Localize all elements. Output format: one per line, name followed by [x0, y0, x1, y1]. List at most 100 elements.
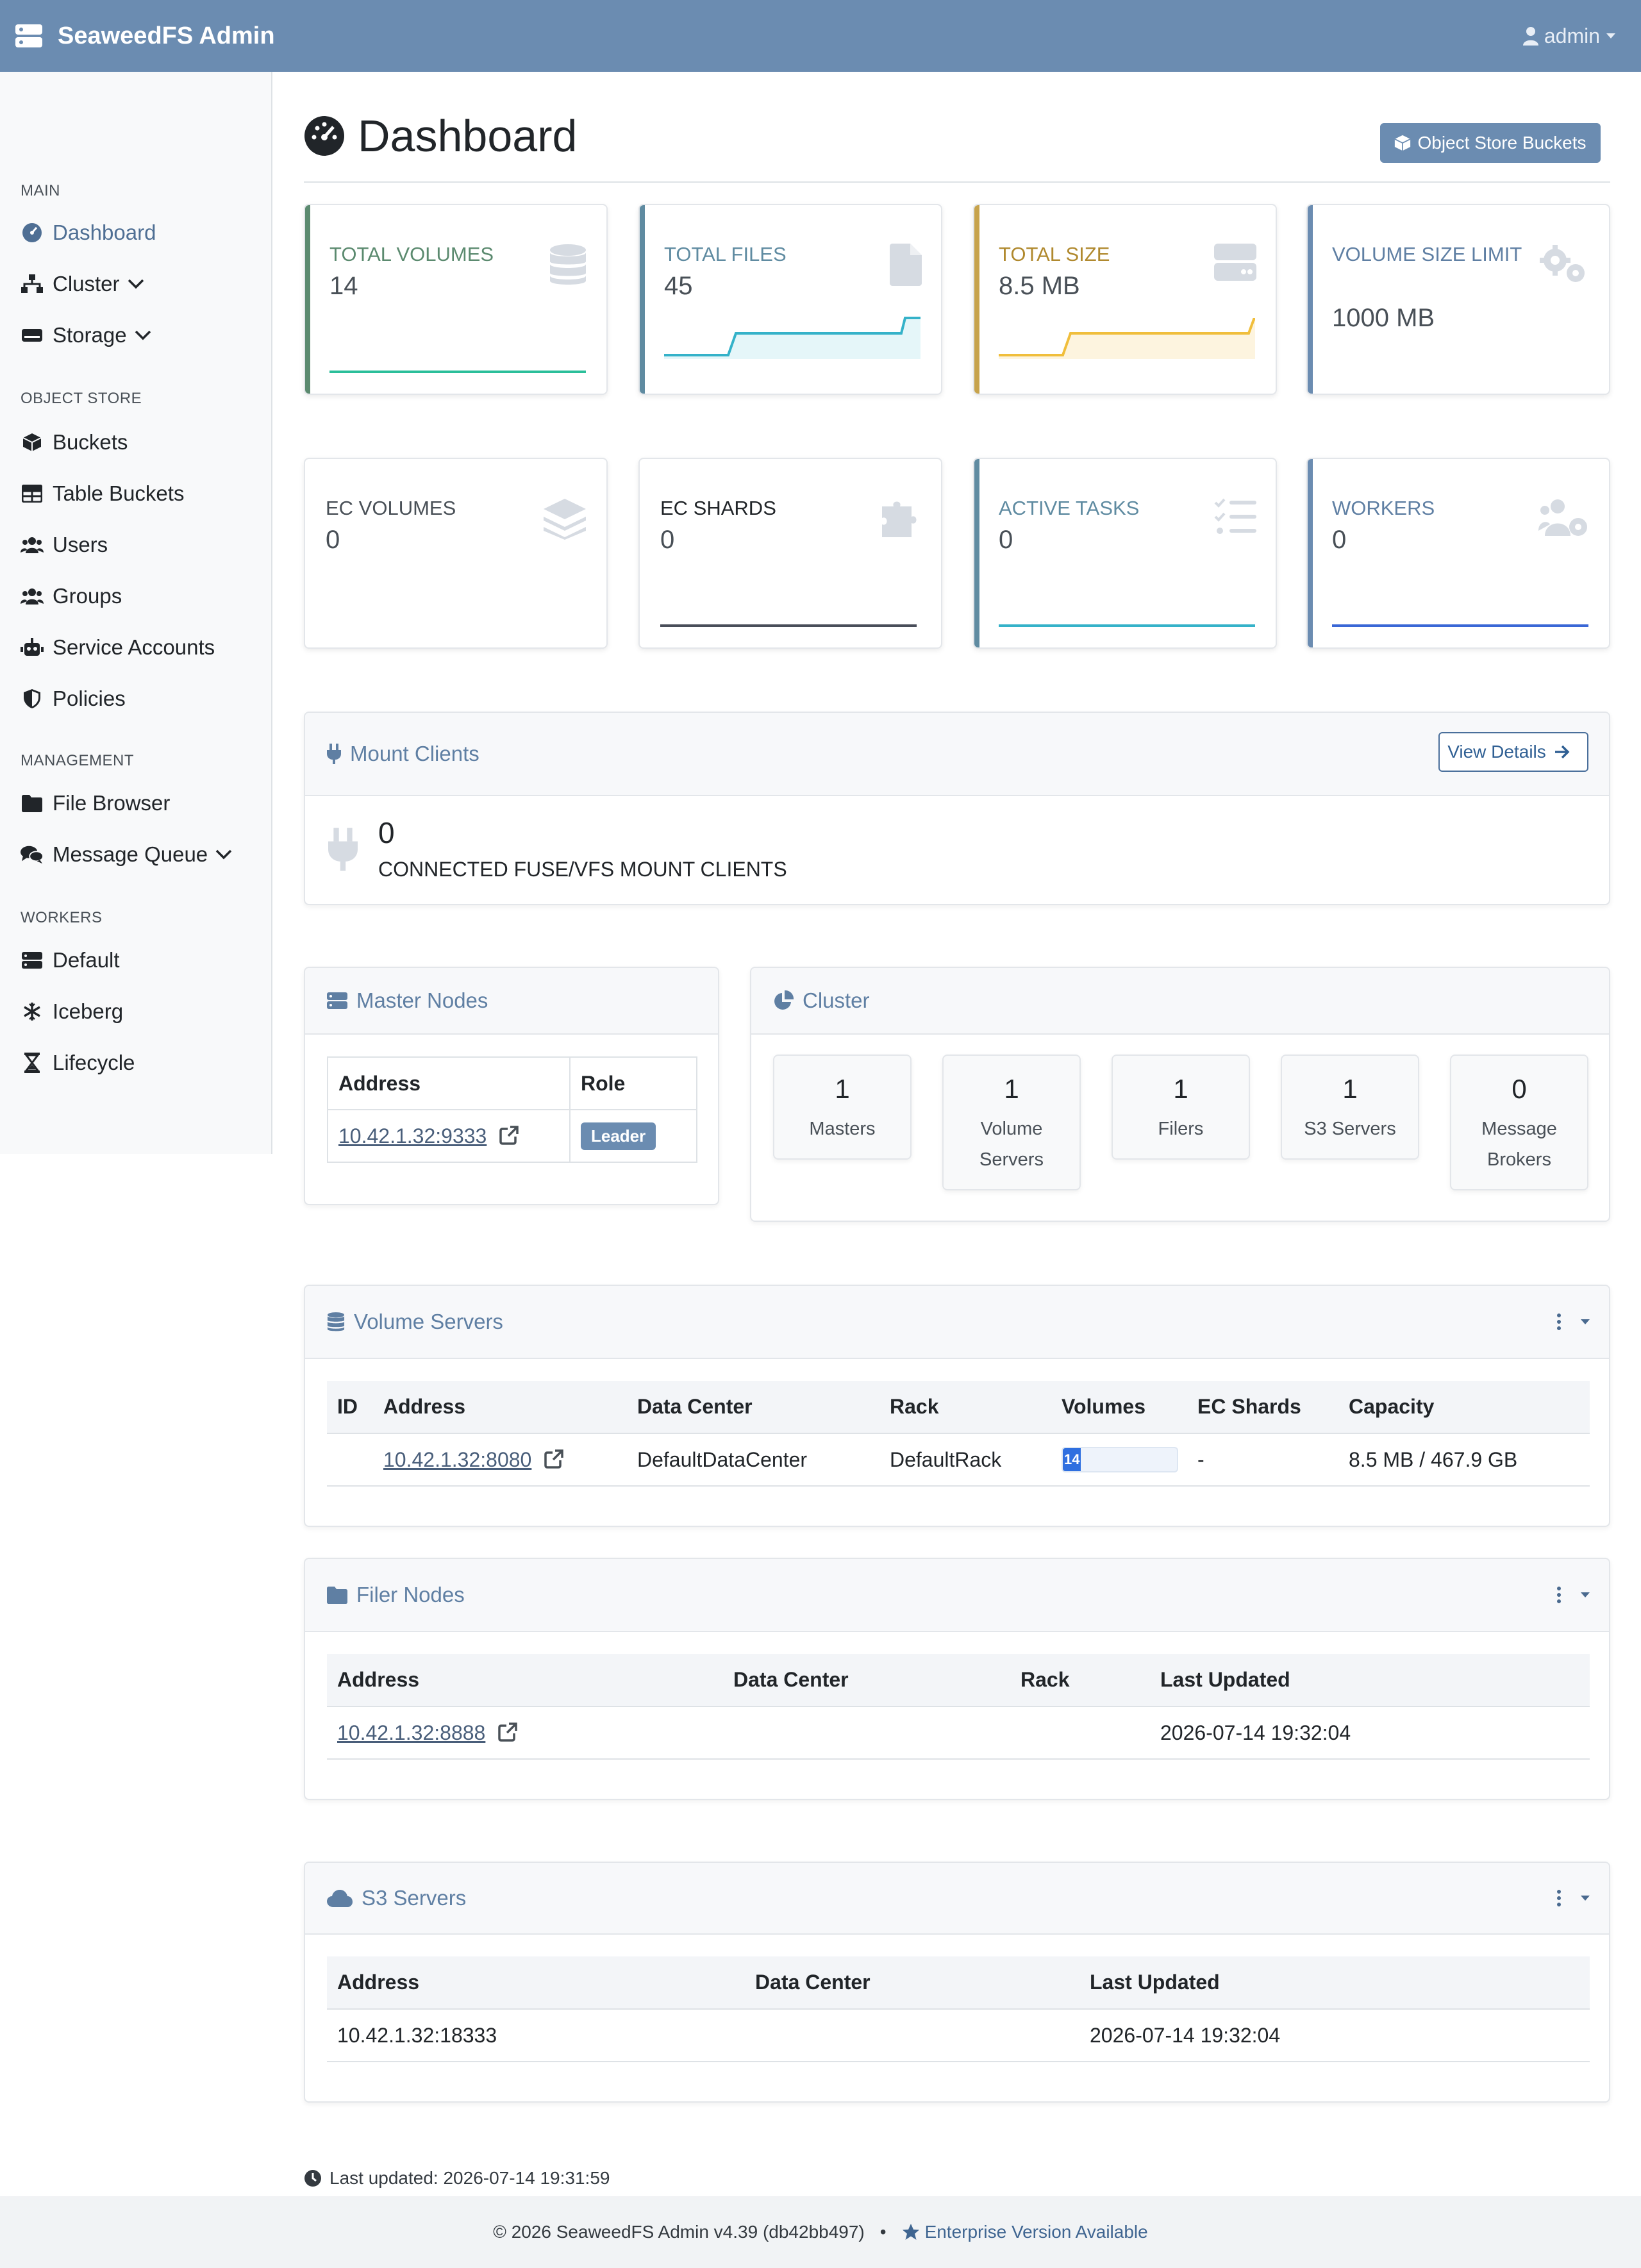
stat-value: 0 [326, 526, 340, 554]
card-menu-button[interactable] [1556, 1889, 1590, 1907]
card-title: Mount Clients [350, 742, 479, 765]
volume-server-address-link[interactable]: 10.42.1.32:8080 [383, 1448, 531, 1471]
column-header: Rack [890, 1395, 939, 1418]
last-updated: Last updated: 2026-07-14 19:31:59 [304, 2168, 610, 2189]
card-menu-button[interactable] [1556, 1313, 1590, 1331]
sidebar-item-policies[interactable]: Policies [21, 683, 126, 715]
stat-total-volumes: TOTAL VOLUMES 14 [304, 204, 608, 395]
sidebar-item-storage[interactable]: Storage [21, 319, 151, 351]
sidebar-item-iceberg[interactable]: Iceberg [21, 996, 123, 1028]
stat-value: 0 [1332, 526, 1347, 554]
object-store-buckets-button[interactable]: Object Store Buckets [1380, 123, 1601, 163]
section-management: MANAGEMENT [21, 752, 135, 769]
column-header: Data Center [755, 1971, 870, 1994]
column-header: Capacity [1349, 1395, 1435, 1418]
ellipsis-vertical-icon [1557, 1587, 1561, 1603]
database-icon [550, 244, 586, 285]
card-title: S3 Servers [362, 1886, 467, 1910]
sidebar-item-label: File Browser [53, 791, 171, 815]
enterprise-link[interactable]: Enterprise Version Available [902, 2222, 1148, 2242]
sidebar-item-cluster[interactable]: Cluster [21, 268, 144, 300]
cell-rack: DefaultRack [890, 1447, 1002, 1471]
cell-data-center: DefaultDataCenter [637, 1447, 808, 1471]
master-address-link[interactable]: 10.42.1.32:9333 [338, 1124, 487, 1147]
sidebar-item-file-browser[interactable]: File Browser [21, 787, 170, 819]
card-header: Volume Servers [305, 1286, 1609, 1359]
layers-icon [544, 499, 586, 540]
view-details-button[interactable]: View Details [1438, 732, 1588, 772]
master-nodes-card: Master Nodes Address Role 10.42.1.32:933… [304, 967, 719, 1205]
box-icon [1394, 135, 1412, 151]
server-icon [327, 992, 347, 1009]
card-menu-button[interactable] [1556, 1586, 1590, 1604]
cluster-stat-label: Message Brokers [1481, 1119, 1557, 1170]
sparkline-total-size [999, 318, 1255, 359]
hourglass-icon [21, 1053, 44, 1073]
stat-label: WORKERS [1332, 497, 1435, 519]
external-link-icon[interactable] [544, 1449, 564, 1469]
ellipsis-vertical-icon [1557, 1890, 1561, 1906]
stat-value: 8.5 MB [999, 272, 1080, 300]
server-icon [21, 950, 44, 971]
sparkline-workers [1332, 624, 1588, 627]
column-header: Data Center [637, 1395, 753, 1418]
puzzle-piece-icon [882, 501, 917, 537]
page-footer: © 2026 SeaweedFS Admin v4.39 (db42bb497)… [0, 2196, 1641, 2268]
sidebar-item-buckets[interactable]: Buckets [21, 426, 128, 458]
brand[interactable]: SeaweedFS Admin [15, 22, 275, 50]
title-divider [304, 181, 1610, 183]
cluster-stat-volume-servers: 1 Volume Servers [942, 1055, 1081, 1190]
sidebar-item-default[interactable]: Default [21, 944, 120, 976]
chevron-down-icon [1581, 1592, 1590, 1597]
filer-address-link[interactable]: 10.42.1.32:8888 [337, 1721, 485, 1744]
sidebar-item-groups[interactable]: Groups [21, 580, 122, 612]
sidebar-item-table-buckets[interactable]: Table Buckets [21, 478, 184, 510]
sidebar-item-users[interactable]: Users [21, 529, 108, 561]
sidebar-item-label: Cluster [53, 272, 120, 296]
card-header: Cluster [751, 968, 1609, 1035]
filer-nodes-table: Address Data Center Rack Last Updated 10… [327, 1654, 1590, 1760]
chevron-down-icon [1581, 1319, 1590, 1324]
column-header: Last Updated [1160, 1668, 1290, 1691]
plug-icon [327, 744, 341, 764]
stat-label: TOTAL FILES [664, 243, 787, 265]
cell-data-center [733, 1706, 1020, 1759]
stat-value: 14 [329, 272, 358, 300]
sidebar-item-label: Service Accounts [53, 635, 215, 659]
cell-last-updated: 2026-07-14 19:32:04 [1090, 2023, 1281, 2047]
robot-icon [21, 637, 44, 658]
table-row: 10.42.1.32:9333 Leader [328, 1110, 697, 1162]
footer-separator: • [879, 2222, 887, 2242]
folder-icon [327, 1587, 347, 1604]
clock-icon [304, 2170, 321, 2187]
section-main: MAIN [21, 182, 60, 199]
cell-ec-shards: - [1197, 1447, 1204, 1471]
card-title: Master Nodes [356, 988, 488, 1012]
cluster-stat-label: Volume Servers [979, 1119, 1044, 1170]
external-link-icon[interactable] [497, 1722, 518, 1742]
sidebar-item-message-queue[interactable]: Message Queue [21, 838, 232, 871]
hdd-icon [21, 325, 44, 346]
stat-label: EC VOLUMES [326, 497, 456, 519]
user-menu[interactable]: admin [1522, 0, 1615, 72]
cogs-icon [1540, 245, 1585, 282]
card-header: Master Nodes [305, 968, 718, 1035]
stat-value: 45 [664, 272, 693, 300]
cluster-stat-filers: 1 Filers [1112, 1055, 1250, 1160]
mount-clients-label: CONNECTED FUSE/VFS MOUNT CLIENTS [378, 858, 787, 881]
sparkline-ec-shards [660, 624, 917, 627]
role-badge: Leader [581, 1122, 656, 1150]
box-icon [21, 432, 44, 453]
table-row: 10.42.1.32:8888 2026-07-14 19:32:04 [327, 1706, 1590, 1759]
page-title-text: Dashboard [358, 111, 578, 161]
external-link-icon[interactable] [499, 1125, 519, 1146]
stat-value: 1000 MB [1332, 304, 1435, 332]
sidebar-item-label: Iceberg [53, 999, 124, 1023]
sidebar-item-dashboard[interactable]: Dashboard [21, 217, 156, 249]
stat-label: TOTAL VOLUMES [329, 243, 494, 265]
sidebar-item-service-accounts[interactable]: Service Accounts [21, 631, 215, 663]
sidebar-item-lifecycle[interactable]: Lifecycle [21, 1047, 135, 1079]
sidebar: MAIN Dashboard Cluster Storage OBJECT ST… [0, 72, 272, 1154]
stat-value: 0 [660, 526, 675, 554]
sidebar-item-label: Lifecycle [53, 1051, 135, 1074]
